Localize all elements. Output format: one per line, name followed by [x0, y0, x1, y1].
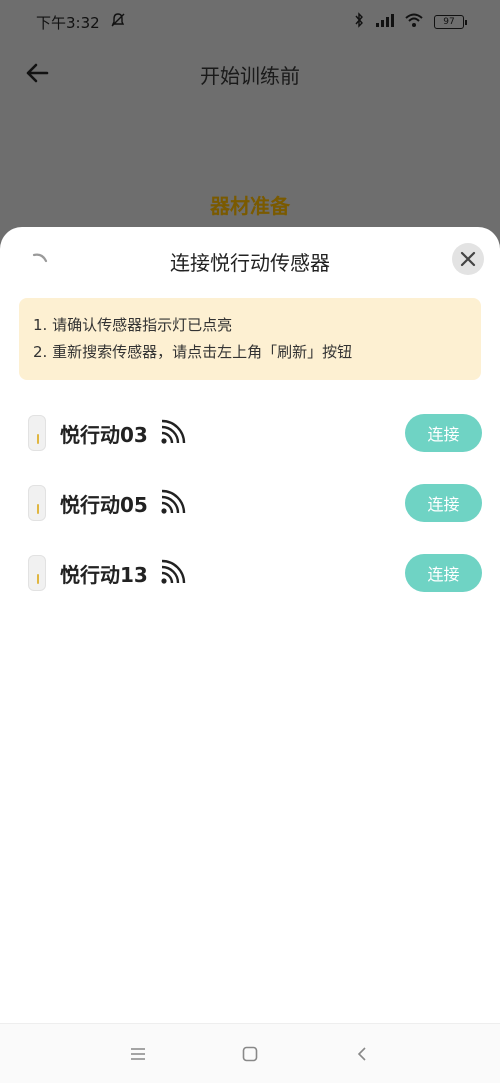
refresh-spinner-icon	[32, 253, 48, 263]
menu-button[interactable]	[126, 1042, 150, 1066]
device-name: 悦行动13	[60, 562, 148, 587]
connect-button[interactable]: 连接	[405, 554, 482, 592]
back-button[interactable]	[22, 58, 52, 88]
device-name: 悦行动05	[60, 492, 148, 517]
screen: 下午3:32 97 开始训练前 器材准备 连接悦行动传感器 1. 请确认传感器指…	[0, 0, 500, 1083]
status-bar: 下午3:32 97	[0, 0, 500, 44]
refresh-button[interactable]	[26, 247, 54, 275]
signal-strength-icon	[161, 419, 186, 444]
connect-button[interactable]: 连接	[405, 484, 482, 522]
sheet-title: 连接悦行动传感器	[170, 250, 330, 275]
cell-signal-icon	[374, 12, 394, 32]
battery-icon: 97	[434, 15, 467, 29]
home-button[interactable]	[238, 1042, 262, 1066]
home-icon	[242, 1046, 258, 1061]
close-button[interactable]	[452, 243, 484, 275]
device-row: 悦行动05 连接	[0, 468, 500, 538]
back-icon	[357, 1046, 366, 1061]
wifi-icon	[404, 12, 424, 32]
sensor-device-icon	[28, 555, 46, 591]
menu-icon	[131, 1047, 145, 1060]
section-title: 器材准备	[210, 194, 290, 218]
signal-strength-icon	[161, 489, 186, 514]
page-header: 开始训练前	[0, 44, 500, 104]
connect-button[interactable]: 连接	[405, 414, 482, 452]
nav-back-button[interactable]	[350, 1042, 374, 1066]
device-list: 悦行动03 连接 悦行动05 连接 悦行动13 连接	[0, 398, 500, 608]
status-time: 下午3:32	[36, 13, 100, 32]
notice-line-2: 2. 重新搜索传感器，请点击左上角「刷新」按钮	[33, 343, 353, 361]
close-icon	[460, 251, 476, 267]
bluetooth-icon	[354, 12, 364, 32]
system-nav-bar	[0, 1023, 500, 1083]
sensor-connect-sheet: 连接悦行动传感器 1. 请确认传感器指示灯已点亮 2. 重新搜索传感器，请点击左…	[0, 227, 500, 1083]
back-arrow-icon	[26, 63, 49, 83]
page-title: 开始训练前	[200, 63, 300, 88]
signal-strength-icon	[161, 559, 186, 584]
sensor-device-icon	[28, 415, 46, 451]
sensor-device-icon	[28, 485, 46, 521]
instruction-notice: 1. 请确认传感器指示灯已点亮 2. 重新搜索传感器，请点击左上角「刷新」按钮	[19, 298, 481, 380]
notice-line-1: 1. 请确认传感器指示灯已点亮	[33, 316, 233, 334]
sheet-header: 连接悦行动传感器	[0, 227, 500, 295]
device-row: 悦行动03 连接	[0, 398, 500, 468]
device-name: 悦行动03	[60, 422, 148, 447]
device-row: 悦行动13 连接	[0, 538, 500, 608]
bell-off-icon	[110, 12, 126, 32]
